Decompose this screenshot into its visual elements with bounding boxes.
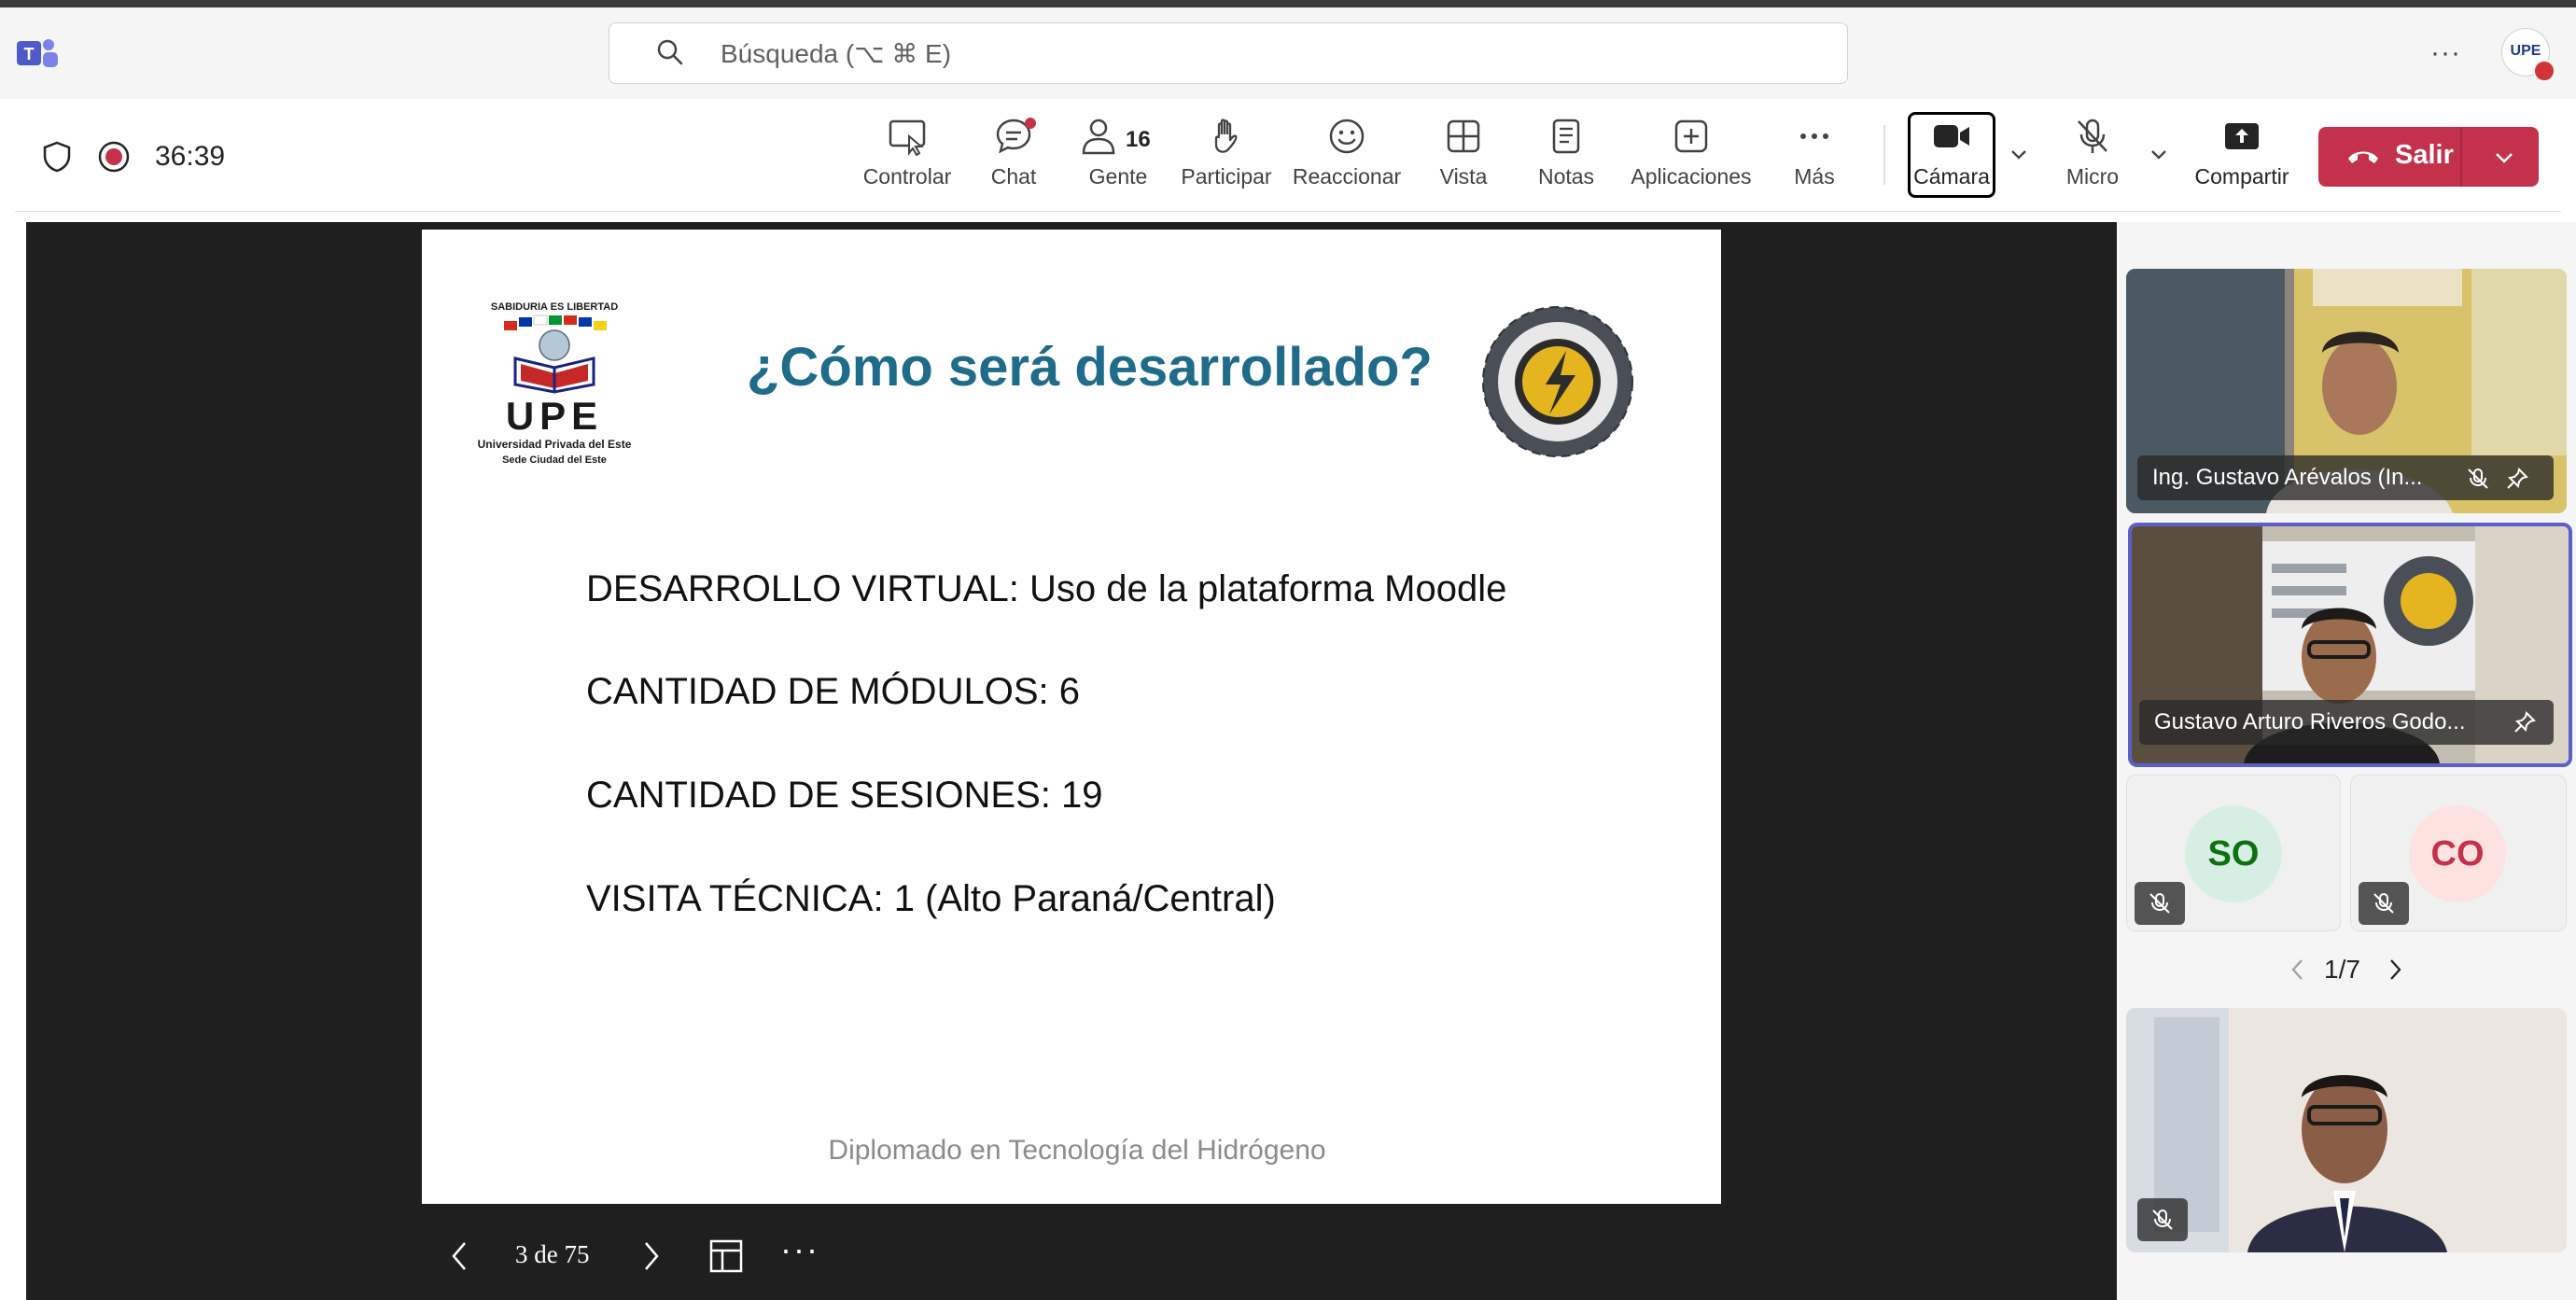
vista-button[interactable]: Vista xyxy=(1424,116,1503,205)
chat-unread-badge xyxy=(1025,118,1036,129)
previous-participants-icon[interactable] xyxy=(2287,956,2309,984)
participant-initials: CO xyxy=(2409,805,2506,902)
meeting-timer: 36:39 xyxy=(155,141,226,172)
next-page-icon[interactable] xyxy=(638,1237,665,1275)
camera-icon xyxy=(1934,125,1969,147)
chat-button[interactable]: Chat xyxy=(976,116,1051,205)
mas-label: Más xyxy=(1794,164,1835,189)
slide-line-4: VISITA TÉCNICA: 1 (Alto Paraná/Central) xyxy=(586,878,1276,919)
upe-motto: SABIDURIA ES LIBERTAD xyxy=(491,301,618,313)
compartir-button[interactable]: Compartir xyxy=(2186,116,2298,205)
recording-icon xyxy=(98,141,130,173)
mic-status-pill xyxy=(2135,882,2185,925)
toolbar-divider xyxy=(1883,125,1885,185)
participant-tile[interactable]: Ing. Gustavo Arévalos (In... xyxy=(2126,269,2567,513)
leave-label: Salir xyxy=(2395,140,2454,170)
teams-logo-icon[interactable]: T xyxy=(15,35,60,73)
controlar-button[interactable]: Controlar xyxy=(847,116,967,205)
slide-line-2: CANTIDAD DE MÓDULOS: 6 xyxy=(586,671,1080,712)
mic-muted-icon xyxy=(2078,119,2107,153)
shield-icon[interactable] xyxy=(41,140,73,174)
search-icon xyxy=(657,39,683,65)
mic-muted-icon xyxy=(2152,1209,2173,1230)
pin-icon[interactable] xyxy=(2505,467,2529,491)
vista-label: Vista xyxy=(1439,164,1488,189)
notas-label: Notas xyxy=(1537,164,1595,189)
aplicaciones-button[interactable]: Aplicaciones xyxy=(1624,116,1758,205)
notes-icon xyxy=(1552,119,1580,154)
page-layout-icon[interactable] xyxy=(707,1237,745,1275)
slide-footer: Diplomado en Tecnología del Hidrógeno xyxy=(828,1135,1326,1166)
engineering-faculty-seal xyxy=(1482,306,1633,457)
controlar-label: Controlar xyxy=(862,164,952,189)
slide-line-3: CANTIDAD DE SESIONES: 19 xyxy=(586,775,1103,816)
chat-label: Chat xyxy=(990,164,1037,189)
participant-tile-active-speaker[interactable]: Gustavo Arturo Riveros Godo... xyxy=(2128,523,2572,767)
aplicaciones-label: Aplicaciones xyxy=(1631,164,1752,189)
participant-name: Gustavo Arturo Riveros Godo... xyxy=(2139,700,2554,745)
search-placeholder[interactable]: Búsqueda (⌥ ⌘ E) xyxy=(721,37,951,71)
svg-text:T: T xyxy=(24,45,35,63)
view-grid-icon xyxy=(1447,119,1480,153)
more-options-icon[interactable]: ··· xyxy=(2430,37,2461,69)
share-screen-icon xyxy=(2225,123,2259,149)
mic-status-pill xyxy=(2137,1198,2188,1241)
reaccionar-label: Reaccionar xyxy=(1292,164,1402,189)
people-count: 16 xyxy=(1126,127,1151,152)
previous-page-icon[interactable] xyxy=(446,1237,472,1275)
upe-university-logo: SABIDURIA ES LIBERTAD UPE Universidad Pr… xyxy=(478,301,632,466)
notas-button[interactable]: Notas xyxy=(1527,116,1605,205)
mas-button[interactable]: Más xyxy=(1777,116,1852,205)
camara-button[interactable]: Cámara xyxy=(1908,116,1995,205)
camera-options-chevron-icon[interactable] xyxy=(2007,142,2031,166)
participant-tile[interactable]: CO xyxy=(2350,775,2567,931)
participant-initials: SO xyxy=(2185,805,2282,902)
participar-button[interactable]: Participar xyxy=(1176,116,1277,205)
pdf-more-options-icon[interactable]: ··· xyxy=(780,1230,819,1269)
self-view-tile[interactable] xyxy=(2126,1008,2567,1252)
mic-options-chevron-icon[interactable] xyxy=(2147,142,2171,166)
participant-name: Ing. Gustavo Arévalos (In... xyxy=(2137,455,2554,500)
pin-icon[interactable] xyxy=(2513,710,2537,734)
mic-status-pill xyxy=(2359,882,2409,925)
slide-title: ¿Cómo será desarrollado? xyxy=(747,337,1433,398)
micro-button[interactable]: Micro xyxy=(2053,116,2132,205)
mic-muted-icon xyxy=(2373,893,2394,914)
slide-line-1: DESARROLLO VIRTUAL: Uso de la plataforma… xyxy=(586,568,1507,609)
raise-hand-icon xyxy=(1214,119,1238,153)
micro-label: Micro xyxy=(2065,164,2120,189)
gente-label: Gente xyxy=(1088,164,1148,189)
participant-tile[interactable]: SO xyxy=(2126,775,2341,931)
next-participants-icon[interactable] xyxy=(2384,956,2406,984)
reaccionar-button[interactable]: Reaccionar xyxy=(1288,116,1406,205)
page-indicator: 3 de 75 xyxy=(515,1240,590,1268)
upe-name: Universidad Privada del Este xyxy=(478,438,632,451)
reaction-emoji-icon xyxy=(1329,119,1365,154)
user-avatar-text: UPE xyxy=(2510,43,2541,59)
mic-muted-icon xyxy=(2468,468,2488,489)
control-screen-icon xyxy=(889,119,926,157)
participants-pager: 1/7 xyxy=(2324,955,2360,984)
leave-options-chevron-icon[interactable] xyxy=(2492,146,2516,170)
participant-video-self xyxy=(2126,1008,2567,1252)
top-edge-strip xyxy=(0,0,2576,7)
flags-emblem xyxy=(504,315,607,394)
add-apps-icon xyxy=(1674,119,1708,153)
upe-campus: Sede Ciudad del Este xyxy=(502,454,607,466)
more-icon xyxy=(1800,133,1828,139)
presence-badge xyxy=(2533,60,2555,82)
camara-label: Cámara xyxy=(1913,164,1990,189)
leave-button-separator xyxy=(2460,127,2462,187)
upe-acronym: UPE xyxy=(506,394,603,438)
compartir-label: Compartir xyxy=(2194,164,2289,189)
hang-up-icon xyxy=(2348,151,2378,163)
mic-muted-icon xyxy=(2149,893,2170,914)
participar-label: Participar xyxy=(1181,164,1272,189)
